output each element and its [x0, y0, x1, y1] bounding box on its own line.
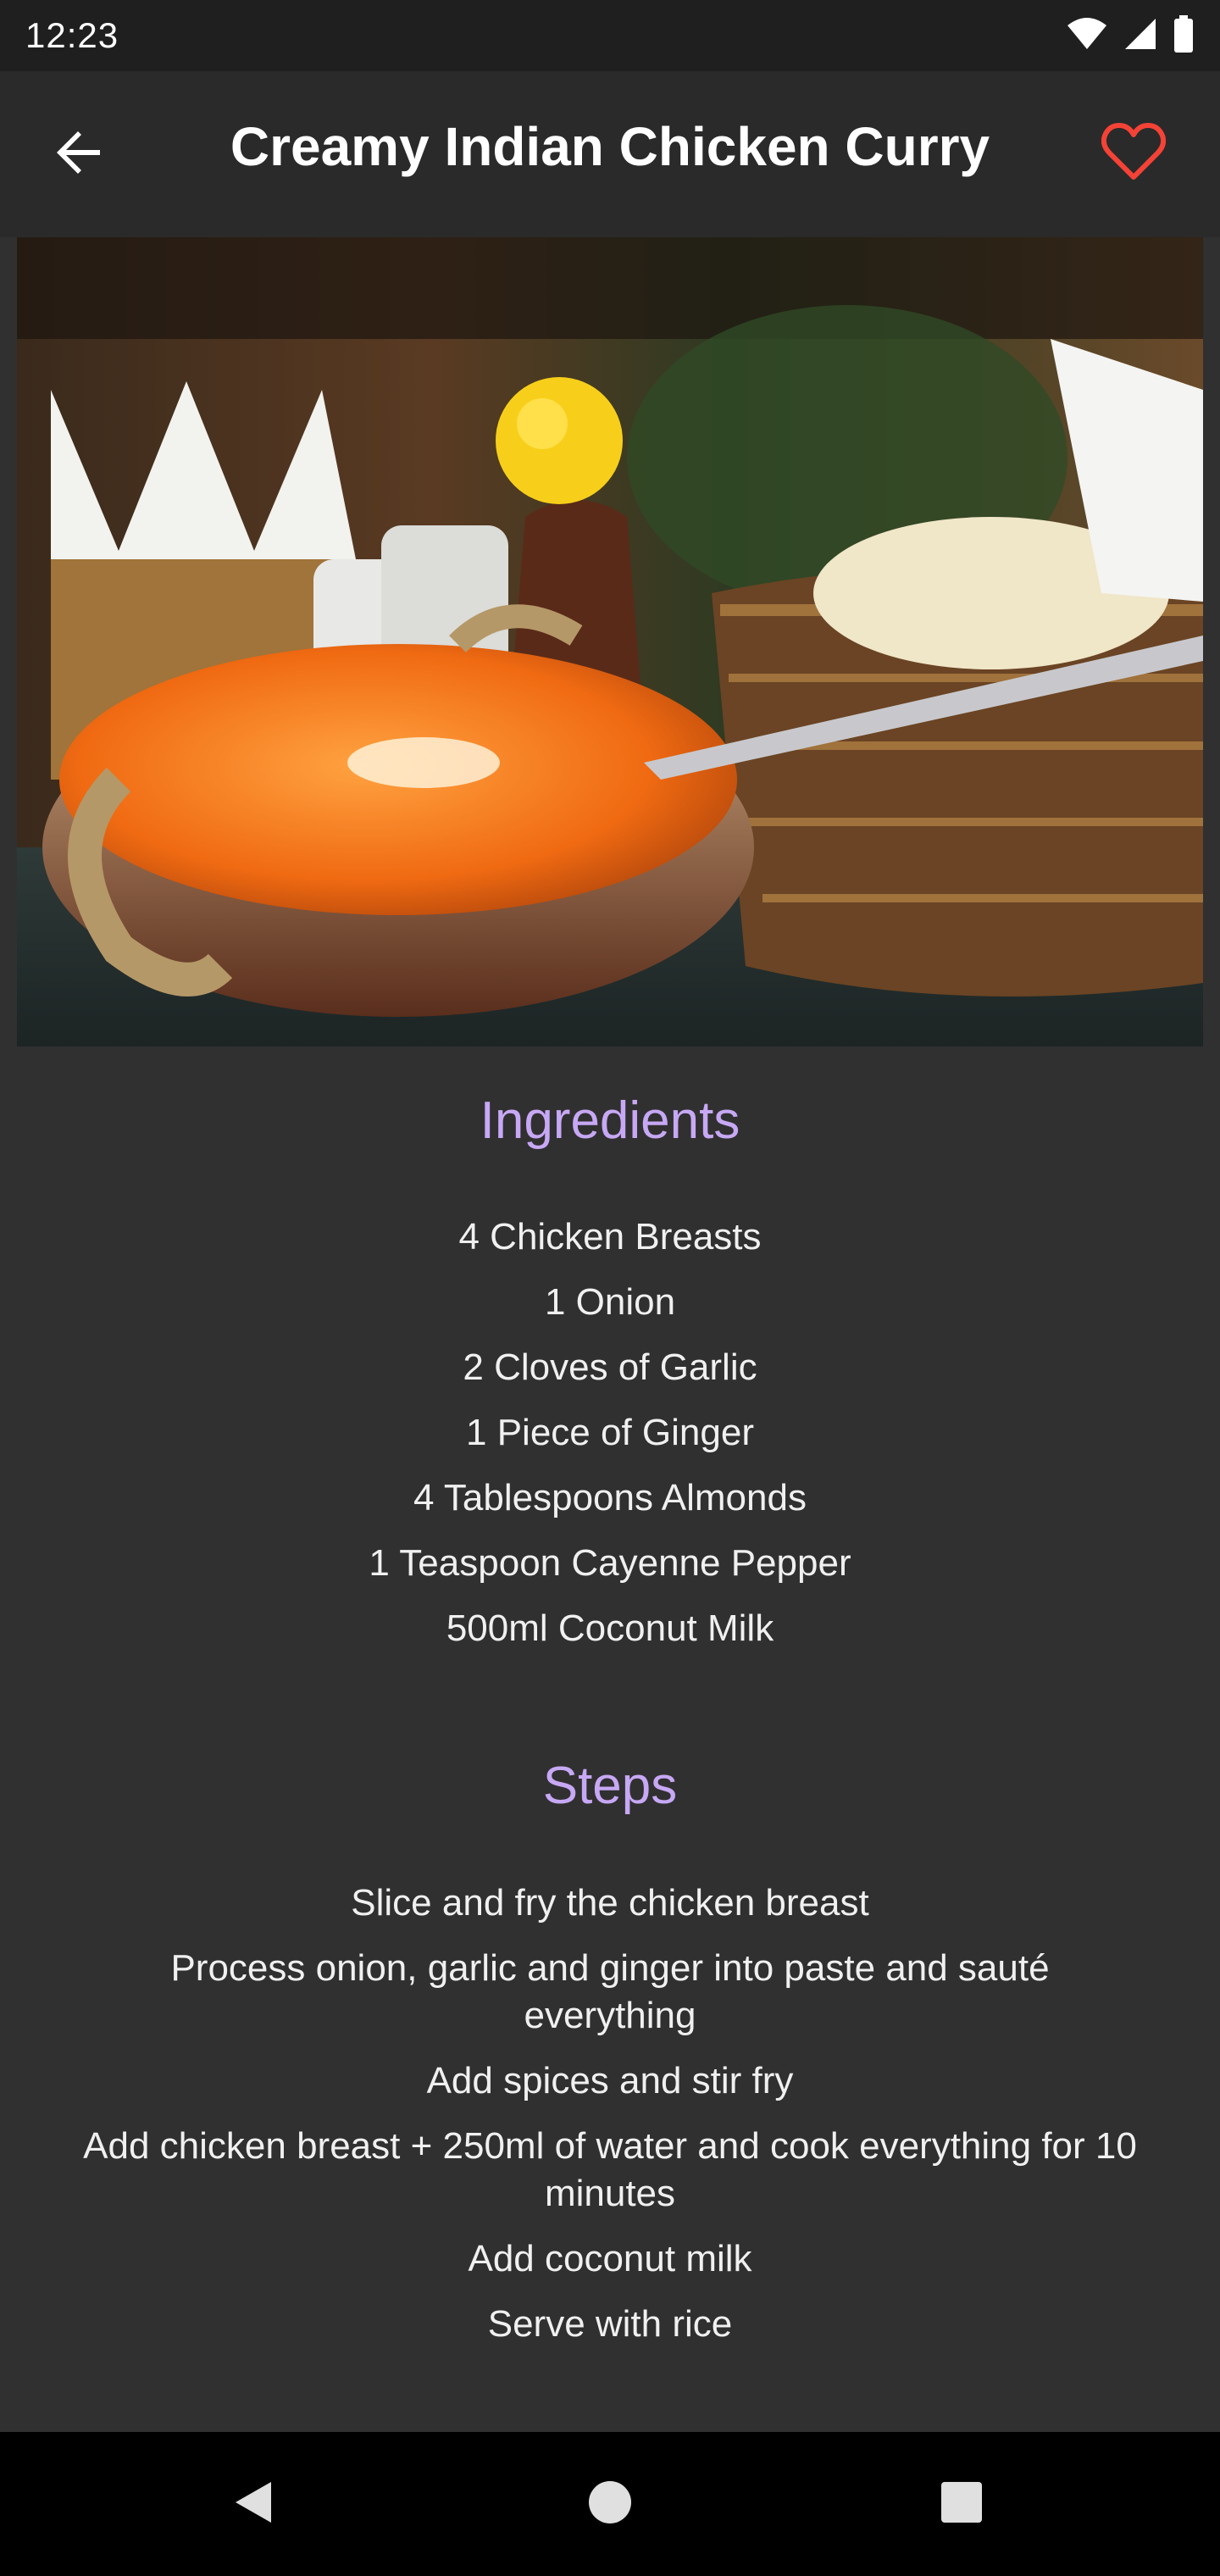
nav-recents-button[interactable] [923, 2466, 1000, 2542]
system-navigation-bar [0, 2432, 1220, 2576]
ingredient-item: 4 Chicken Breasts [458, 1216, 762, 1257]
nav-back-button[interactable] [216, 2466, 292, 2542]
ingredient-item: 1 Piece of Ginger [466, 1412, 754, 1453]
status-bar: 12:23 [0, 0, 1220, 71]
nav-recents-icon [936, 2477, 987, 2532]
nav-home-button[interactable] [572, 2466, 648, 2542]
cell-signal-icon [1123, 17, 1157, 55]
ingredient-item: 500ml Coconut Milk [446, 1607, 774, 1649]
heart-outline-icon [1101, 122, 1167, 186]
steps-list: Slice and fry the chicken breast Process… [34, 1879, 1186, 2366]
favorite-button[interactable] [1098, 119, 1169, 190]
page-title: Creamy Indian Chicken Curry [230, 116, 990, 177]
ingredient-item: 1 Onion [544, 1281, 676, 1323]
step-item: Add coconut milk [468, 2238, 752, 2279]
step-item: Add spices and stir fry [426, 2060, 794, 2101]
step-item: Process onion, garlic and ginger into pa… [170, 1947, 1050, 2036]
battery-icon [1173, 14, 1195, 57]
ingredient-item: 4 Tablespoons Almonds [413, 1477, 807, 1518]
status-icons [1066, 14, 1195, 57]
wifi-icon [1066, 17, 1108, 55]
ingredient-item: 2 Cloves of Garlic [463, 1346, 757, 1388]
ingredients-list: 4 Chicken Breasts 1 Onion 2 Cloves of Ga… [34, 1213, 1186, 1670]
step-item: Serve with rice [487, 2303, 733, 2345]
step-item: Add chicken breast + 250ml of water and … [83, 2125, 1137, 2214]
recipe-image [17, 237, 1203, 1046]
app-bar: Creamy Indian Chicken Curry [0, 71, 1220, 237]
ingredient-item: 1 Teaspoon Cayenne Pepper [369, 1542, 851, 1584]
step-item: Slice and fry the chicken breast [351, 1882, 869, 1924]
ingredients-heading: Ingredients [480, 1091, 740, 1150]
status-time: 12:23 [25, 15, 119, 55]
steps-heading: Steps [542, 1757, 678, 1815]
nav-back-icon [229, 2477, 280, 2532]
nav-home-icon [585, 2477, 635, 2532]
